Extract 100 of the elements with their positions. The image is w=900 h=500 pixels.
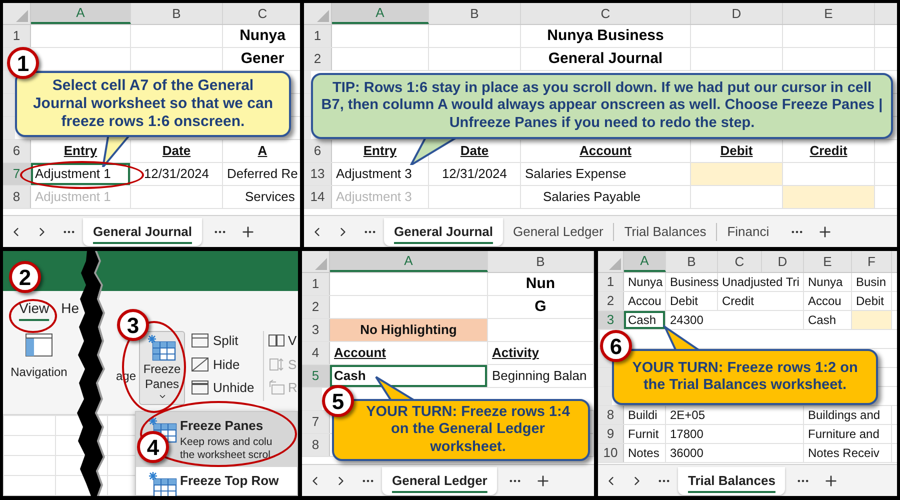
table-cell: Gener [223,48,300,70]
reset-icon [268,379,286,396]
hide-button[interactable]: Hide [191,354,259,374]
column-header[interactable]: A [31,3,131,24]
table-cell: Beginning Balan [488,365,594,387]
table-cell: Business [666,273,718,291]
table-cell: Nunya Business [521,25,691,47]
split-icon [191,332,209,350]
row-header[interactable]: 6 [3,140,31,162]
table-cell: Busin [852,273,892,291]
table-cell: Nunya [624,273,666,291]
row-header[interactable]: 2 [598,292,624,310]
menu-item-description: the worksheet scrol [180,449,272,463]
callout-text: Select cell A7 of the General Journal worksheet so that we can freeze rows 1:6 onscreen. [32,77,274,131]
sheet-tab[interactable]: General Journal [83,218,202,246]
column-header[interactable]: E [783,3,875,24]
sheet-tab[interactable]: General Journal [384,218,503,246]
column-header[interactable]: B [666,251,718,272]
column-header[interactable]: C [718,251,762,272]
table-cell: G [488,296,594,318]
row-header[interactable]: 2 [304,48,332,70]
table-cell: Adjustment 1 [31,186,131,208]
row-header[interactable]: 3 [598,311,624,329]
callout-text: YOUR TURN: Freeze rows 1:4 on the General Ledger worksheet. [365,404,571,456]
column-header[interactable]: A [330,251,488,272]
row-header[interactable]: 10 [598,444,624,462]
plus-icon [240,224,256,240]
table-cell: No Highlighting [330,319,488,341]
caret-icon [158,392,166,401]
select-all-icon[interactable] [16,10,28,22]
table-cell: Adjustment 3 [332,186,429,208]
table-cell: Activity [488,342,594,364]
highlight-ellipse [9,299,57,333]
row-header[interactable]: 7 [302,411,330,433]
column-header[interactable]: C [223,3,300,24]
table-cell: Credit [783,140,875,162]
row-header[interactable]: 8 [3,186,31,208]
callout-text: YOUR TURN: Freeze rows 1:2 on the Trial Balances worksheet. [631,360,859,394]
callout-text: TIP: Rows 1:6 stay in place as you scroll down. If we had put our cursor in cell B7, then column A would always appear onscreen as well. Choose Freeze Panes | Unfreeze Panes if you need to redo the step. [321,80,883,132]
table-cell: 2E+05 [666,406,804,424]
row-header[interactable]: 14 [304,186,332,208]
sheet-tab[interactable]: Trial Balances [678,466,786,494]
ribbon-tab[interactable]: View [19,298,50,319]
column-header[interactable]: B [488,251,594,272]
menu-item-label: Freeze Panes [180,417,264,435]
table-cell: Unadjusted Tri [718,273,804,291]
row-header[interactable]: 1 [302,273,330,295]
table-cell: Furnit [624,425,666,443]
row-header[interactable]: 1 [3,25,31,47]
column-header[interactable]: E [804,251,852,272]
row-header[interactable] [3,71,15,93]
navigation-button[interactable]: Navigation [3,331,75,381]
sheet-tab[interactable]: General Ledger [502,218,614,246]
row-header[interactable]: 4 [302,342,330,364]
column-header[interactable]: D [762,251,804,272]
column-header[interactable]: D [691,3,783,24]
table-cell: Services [223,186,300,208]
column-header[interactable]: F [852,251,892,272]
menu-item[interactable]: Freeze Top Row [136,466,297,496]
sheet-tab[interactable]: General Ledger [382,466,498,494]
table-cell: Debit [691,140,783,162]
row-header[interactable]: 5 [302,365,330,387]
table-cell: A [223,140,300,162]
side-by-side-icon [268,332,286,350]
row-header[interactable]: 6 [304,140,332,162]
freeze-grid-icon [147,334,177,362]
row-header[interactable]: 9 [598,425,624,443]
split-button[interactable]: Split [191,331,259,350]
column-header[interactable]: A [624,251,666,272]
sheet-tab[interactable]: Financi [717,218,780,246]
side-by-side-button[interactable]: V [268,331,298,350]
column-header[interactable]: B [429,3,521,24]
row-header[interactable]: 2 [302,296,330,318]
table-cell: Salaries Payable [521,186,691,208]
select-all-icon[interactable] [609,258,621,270]
table-cell: Debit [666,292,718,310]
select-all-icon[interactable] [315,258,327,270]
table-cell: Deferred Re [223,163,300,185]
table-cell: Notes [624,444,666,462]
freeze-panes-button[interactable]: Freeze Panes [139,331,185,405]
row-header[interactable]: 7 [3,163,31,185]
table-cell: Account [521,140,691,162]
unhide-button[interactable]: Unhide [191,378,259,398]
select-all-icon[interactable] [317,10,329,22]
row-header[interactable]: 8 [302,434,330,456]
row-header[interactable]: 1 [598,273,624,291]
row-header[interactable]: 13 [304,163,332,185]
column-header[interactable]: B [131,3,223,24]
table-cell: Cash [330,365,488,387]
hide-icon [191,356,209,373]
row-header[interactable]: 8 [598,406,624,424]
column-header[interactable]: C [521,3,691,24]
column-header[interactable]: A [332,3,429,24]
table-cell: Nun [488,273,594,295]
table-cell: Debit [852,292,892,310]
sheet-tab[interactable]: Trial Balances [614,218,716,246]
table-cell: Cash [624,311,666,329]
ribbon-tab[interactable]: He [61,298,79,319]
row-header[interactable]: 3 [302,319,330,341]
row-header[interactable]: 1 [304,25,332,47]
